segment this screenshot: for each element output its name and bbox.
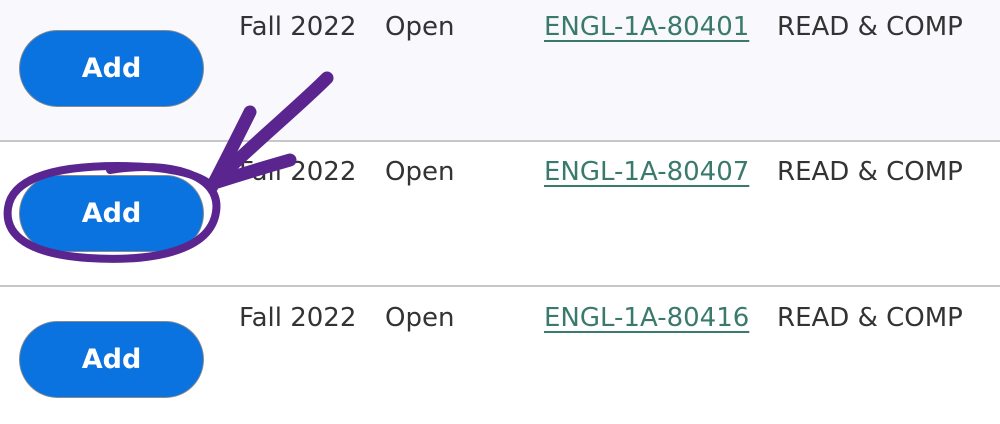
term-cell: Fall 2022 <box>239 157 357 187</box>
add-button[interactable]: Add <box>19 321 204 398</box>
status-cell: Open <box>385 303 455 333</box>
status-cell: Open <box>385 157 455 187</box>
course-code-link[interactable]: ENGL-1A-80401 <box>544 14 749 40</box>
status-cell: Open <box>385 12 455 42</box>
course-title-cell: READ & COMP <box>777 12 963 42</box>
table-row: Add Fall 2022 Open ENGL-1A-80416 READ & … <box>0 287 1000 424</box>
table-row: Add Fall 2022 Open ENGL-1A-80407 READ & … <box>0 142 1000 285</box>
course-code-link[interactable]: ENGL-1A-80416 <box>544 305 749 331</box>
add-button[interactable]: Add <box>19 30 204 107</box>
course-title-cell: READ & COMP <box>777 157 963 187</box>
term-cell: Fall 2022 <box>239 12 357 42</box>
add-button[interactable]: Add <box>19 175 204 252</box>
course-section-list: Add Fall 2022 Open ENGL-1A-80401 READ & … <box>0 0 1000 424</box>
term-cell: Fall 2022 <box>239 303 357 333</box>
course-code-link[interactable]: ENGL-1A-80407 <box>544 159 749 185</box>
table-row: Add Fall 2022 Open ENGL-1A-80401 READ & … <box>0 0 1000 140</box>
course-title-cell: READ & COMP <box>777 303 963 333</box>
